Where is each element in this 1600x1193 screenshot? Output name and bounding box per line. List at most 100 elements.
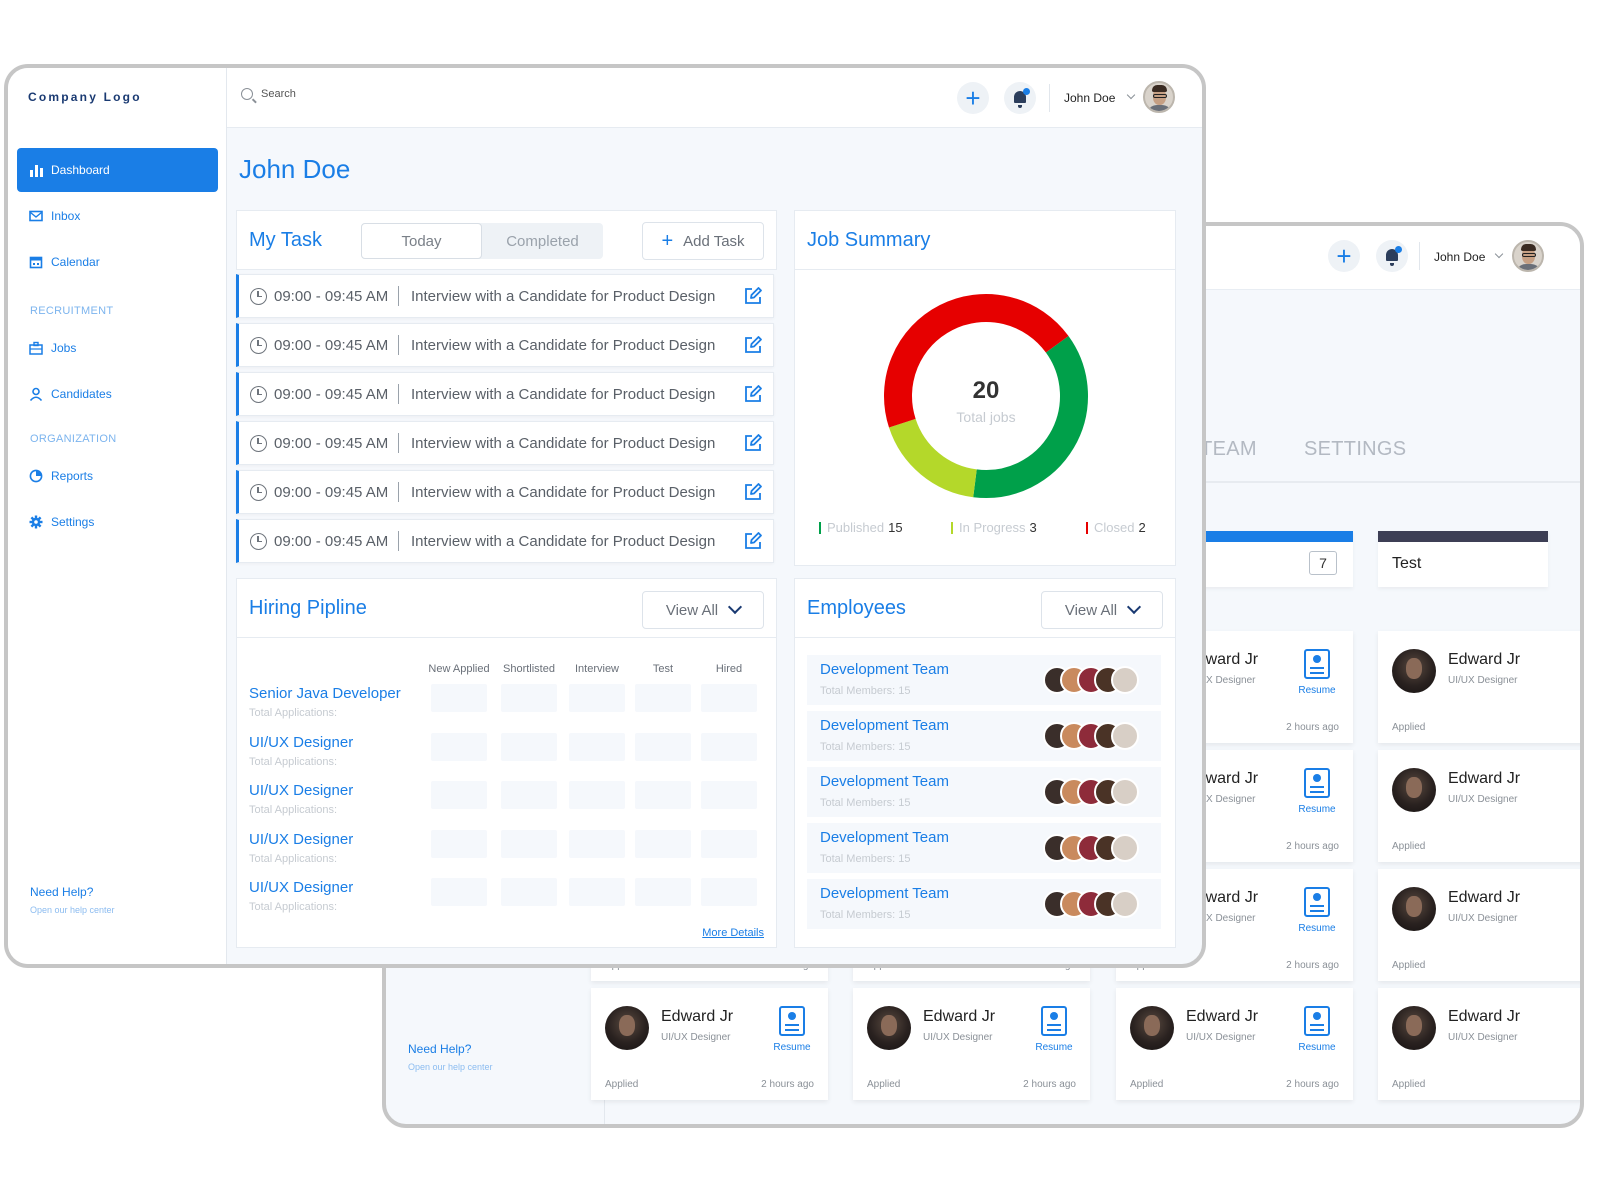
edit-icon[interactable]: [743, 286, 763, 306]
add-button[interactable]: +: [957, 82, 989, 114]
clock-icon: [250, 287, 267, 305]
user-avatar[interactable]: [1512, 240, 1544, 272]
edit-icon[interactable]: [743, 384, 763, 404]
edit-icon[interactable]: [743, 335, 763, 355]
resume-button[interactable]: Resume: [768, 1006, 816, 1053]
resume-button[interactable]: Resume: [1293, 887, 1341, 934]
edit-icon[interactable]: [743, 433, 763, 453]
edit-icon[interactable]: [743, 482, 763, 502]
company-logo[interactable]: Company Logo: [28, 90, 142, 104]
job-title[interactable]: UI/UX Designer: [249, 831, 353, 848]
task-row[interactable]: 09:00 - 09:45 AM Interview with a Candida…: [236, 519, 774, 563]
task-row[interactable]: 09:00 - 09:45 AM Interview with a Candida…: [236, 274, 774, 318]
candidate-card[interactable]: Edward Jr UI/UX Designer Applied Resume 2 ho…: [853, 988, 1090, 1100]
user-avatar[interactable]: [1143, 81, 1175, 113]
task-time: 09:00 - 09:45 AM: [274, 532, 389, 550]
team-name[interactable]: Development Team: [820, 773, 949, 790]
sidebar-item-settings[interactable]: Settings: [17, 500, 218, 544]
candidate-role: UI/UX Designer: [1186, 1032, 1256, 1043]
mail-icon: [29, 209, 43, 223]
candidate-role: UI/UX Designer: [1448, 1032, 1518, 1043]
task-row[interactable]: 09:00 - 09:45 AM Interview with a Candida…: [236, 372, 774, 416]
resume-button[interactable]: Resume: [1030, 1006, 1078, 1053]
candidate-card[interactable]: Edward Jr UI/UX Designer Applied Resume 2 ho…: [591, 988, 828, 1100]
job-title[interactable]: UI/UX Designer: [249, 734, 353, 751]
candidate-time: 2 hours ago: [1286, 722, 1339, 733]
sidebar-item-label: Calendar: [51, 255, 100, 269]
team-name[interactable]: Development Team: [820, 661, 949, 678]
add-task-button[interactable]: + Add Task: [642, 222, 764, 260]
gear-icon: [29, 515, 43, 529]
resume-button[interactable]: Resume: [1293, 649, 1341, 696]
sidebar-item-calendar[interactable]: Calendar: [17, 240, 218, 284]
pipeline-row[interactable]: UI/UX Designer Total Applications:: [249, 734, 353, 768]
view-all-button[interactable]: View All: [642, 591, 764, 629]
team-name[interactable]: Development Team: [820, 885, 949, 902]
team-row[interactable]: Development Team Total Members: 15: [807, 823, 1161, 873]
sidebar-item-jobs[interactable]: Jobs: [17, 326, 218, 370]
team-row[interactable]: Development Team Total Members: 15: [807, 711, 1161, 761]
team-name[interactable]: Development Team: [820, 717, 949, 734]
sidebar-item-inbox[interactable]: Inbox: [17, 194, 218, 238]
search-input[interactable]: Search: [241, 88, 296, 100]
total-jobs-value: 20: [972, 377, 1000, 404]
pipeline-row[interactable]: Senior Java Developer Total Applications:: [249, 685, 401, 719]
job-title[interactable]: Senior Java Developer: [249, 685, 401, 702]
team-row[interactable]: Development Team Total Members: 15: [807, 767, 1161, 817]
candidate-time: 2 hours ago: [1023, 1079, 1076, 1090]
candidate-avatar: [1392, 649, 1436, 693]
candidate-role: UI/UX Designer: [661, 1032, 731, 1043]
notifications-button[interactable]: [1004, 82, 1036, 114]
legend-value: 3: [1029, 520, 1037, 535]
add-button[interactable]: +: [1328, 240, 1360, 272]
more-details-link[interactable]: More Details: [702, 927, 764, 939]
help-center[interactable]: Need Help? Open our help center: [408, 1042, 493, 1072]
candidate-card[interactable]: Edward Jr UI/UX Designer Applied: [1378, 631, 1580, 743]
resume-button[interactable]: Resume: [1293, 768, 1341, 815]
task-row[interactable]: 09:00 - 09:45 AM Interview with a Candida…: [236, 421, 774, 465]
chevron-down-icon[interactable]: [1126, 90, 1136, 100]
pipeline-row[interactable]: UI/UX Designer Total Applications:: [249, 782, 353, 816]
help-center[interactable]: Need Help? Open our help center: [30, 885, 115, 915]
candidate-card[interactable]: Edward Jr UI/UX Designer Applied: [1378, 869, 1580, 981]
pipeline-cell: [501, 781, 557, 809]
job-title[interactable]: UI/UX Designer: [249, 879, 353, 896]
donut-segment-closed: [884, 294, 1069, 428]
candidate-card[interactable]: Edward Jr UI/UX Designer Applied: [1378, 750, 1580, 862]
edit-icon[interactable]: [743, 531, 763, 551]
pipeline-row[interactable]: UI/UX Designer Total Applications:: [249, 879, 353, 913]
task-row[interactable]: 09:00 - 09:45 AM Interview with a Candida…: [236, 470, 774, 514]
search-placeholder: Search: [261, 88, 296, 100]
team-row[interactable]: Development Team Total Members: 15: [807, 879, 1161, 929]
tab-completed[interactable]: Completed: [482, 223, 603, 259]
view-all-label: View All: [1064, 601, 1118, 619]
clock-icon: [250, 336, 267, 354]
user-name[interactable]: John Doe: [1434, 250, 1485, 264]
view-all-button[interactable]: View All: [1041, 591, 1163, 629]
team-name[interactable]: Development Team: [820, 829, 949, 846]
user-name[interactable]: John Doe: [1064, 91, 1115, 105]
team-row[interactable]: Development Team Total Members: 15: [807, 655, 1161, 705]
help-link[interactable]: Open our help center: [408, 1062, 493, 1072]
sidebar-item-dashboard[interactable]: Dashboard: [17, 148, 218, 192]
pipeline-cell: [569, 878, 625, 906]
candidate-card[interactable]: Edward Jr UI/UX Designer Applied: [1378, 988, 1580, 1100]
task-row[interactable]: 09:00 - 09:45 AM Interview with a Candida…: [236, 323, 774, 367]
candidate-role: UI/UX Designer: [923, 1032, 993, 1043]
tab-settings[interactable]: SETTINGS: [1304, 438, 1406, 461]
add-task-label: Add Task: [683, 232, 745, 250]
chevron-down-icon[interactable]: [1494, 249, 1504, 259]
pipeline-row[interactable]: UI/UX Designer Total Applications:: [249, 831, 353, 865]
candidate-card[interactable]: Edward Jr UI/UX Designer Applied Resume 2 ho…: [1116, 988, 1353, 1100]
resume-label: Resume: [1298, 1042, 1336, 1053]
job-title[interactable]: UI/UX Designer: [249, 782, 353, 799]
sidebar-item-reports[interactable]: Reports: [17, 454, 218, 498]
task-title: Interview with a Candidate for Product D…: [411, 385, 716, 403]
tab-today[interactable]: Today: [361, 223, 482, 259]
notifications-button[interactable]: [1376, 240, 1408, 272]
pipeline-cell: [501, 829, 557, 858]
resume-button[interactable]: Resume: [1293, 1006, 1341, 1053]
sidebar-item-candidates[interactable]: Candidates: [17, 372, 218, 416]
help-link[interactable]: Open our help center: [30, 905, 115, 915]
member-avatars: [1043, 778, 1139, 806]
